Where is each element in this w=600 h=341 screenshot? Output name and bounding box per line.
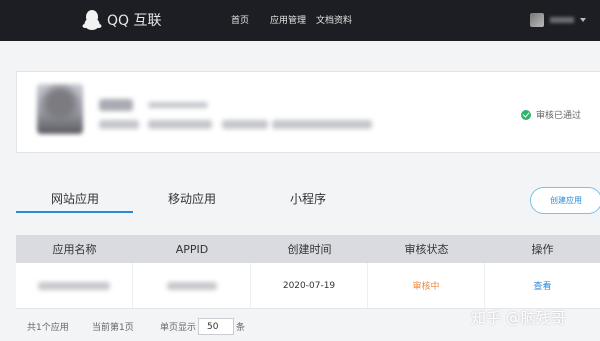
nav-documentation[interactable]: 文档资料 <box>316 13 352 26</box>
header-appid: APPID <box>175 242 209 256</box>
brand-name: QQ 互联 <box>107 13 162 29</box>
developer-profile-card: 审核已通过 <box>16 71 600 153</box>
per-page-input[interactable] <box>198 318 234 335</box>
app-name-cell <box>16 263 133 308</box>
check-circle-icon <box>521 109 531 120</box>
header-review-status: 审核状态 <box>404 243 449 256</box>
table-row: 2020-07-19 审核中 查看 <box>16 263 600 309</box>
total-count: 共1个应用 <box>27 323 69 333</box>
nav-home[interactable]: 首页 <box>231 13 249 26</box>
top-navbar: QQ 互联 首页 应用管理 文档资料 <box>0 0 600 41</box>
developer-name-redacted <box>99 99 133 111</box>
nav-app-management[interactable]: 应用管理 <box>270 13 306 26</box>
header-actions: 操作 <box>531 243 554 256</box>
apps-table: 应用名称 APPID 创建时间 审核状态 操作 2020-07-19 审核中 查… <box>16 235 600 309</box>
appid-redacted <box>166 281 217 290</box>
header-app-name: 应用名称 <box>52 243 97 256</box>
avatar <box>530 13 544 27</box>
view-link[interactable]: 查看 <box>485 263 600 308</box>
developer-info-redacted-4 <box>272 120 372 129</box>
table-header: 应用名称 APPID 创建时间 审核状态 操作 <box>16 235 600 263</box>
verification-status: 审核已通过 <box>521 108 581 121</box>
developer-subtitle-redacted <box>148 102 208 108</box>
created-time-cell: 2020-07-19 <box>251 263 368 308</box>
user-menu[interactable] <box>530 13 586 27</box>
header-created-time: 创建时间 <box>287 243 332 256</box>
developer-info-redacted-3 <box>222 120 268 129</box>
zhihu-watermark: 知乎 @脑残哥 <box>471 309 566 327</box>
verification-status-text: 审核已通过 <box>536 111 582 121</box>
tab-website-apps[interactable]: 网站应用 <box>51 190 99 207</box>
review-status-cell: 审核中 <box>368 263 485 308</box>
per-page-label: 单页显示 <box>160 323 197 333</box>
tab-mobile-apps[interactable]: 移动应用 <box>168 190 216 207</box>
per-page-unit: 条 <box>236 323 246 333</box>
chevron-down-icon <box>580 18 586 22</box>
create-app-button[interactable]: 创建应用 <box>530 187 600 214</box>
qq-penguin-icon <box>82 9 102 31</box>
qq-connect-logo[interactable]: QQ 互联 <box>82 9 162 31</box>
developer-avatar <box>37 84 83 134</box>
appid-cell <box>133 263 251 308</box>
active-tab-indicator <box>16 211 133 213</box>
user-name-redacted <box>550 17 574 23</box>
current-page: 当前第1页 <box>92 323 134 333</box>
app-name-redacted <box>38 281 110 290</box>
developer-info-redacted-1 <box>99 120 139 129</box>
developer-info-redacted-2 <box>148 120 212 129</box>
tab-mini-programs[interactable]: 小程序 <box>290 190 326 207</box>
